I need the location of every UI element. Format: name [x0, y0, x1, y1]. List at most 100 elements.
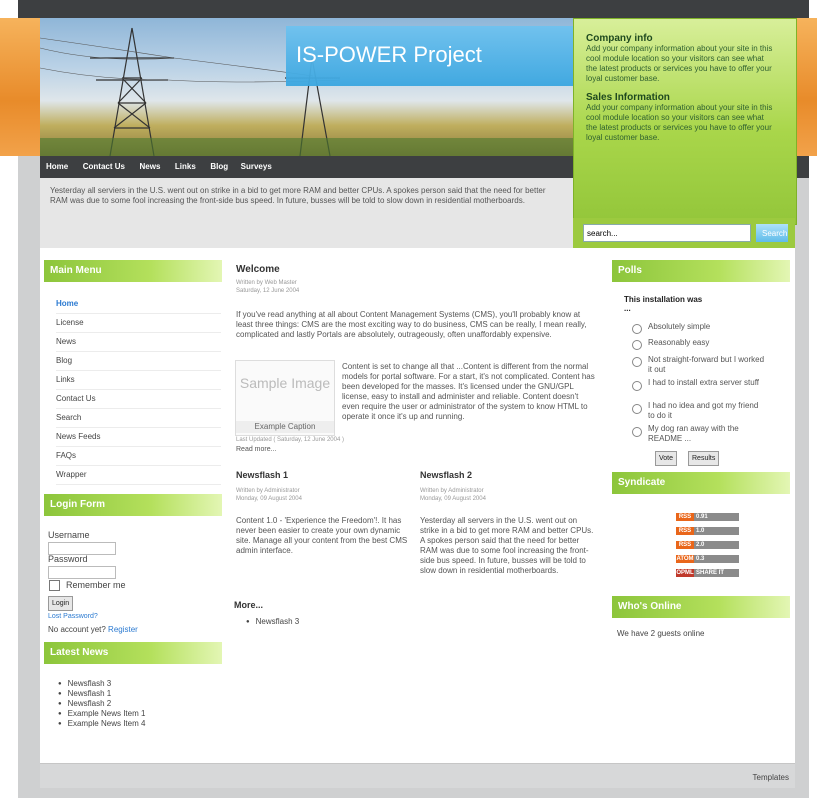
menu-item-blog[interactable]: Blog	[56, 351, 221, 371]
register-link[interactable]: Register	[108, 625, 138, 634]
newsflash-1-date: Monday, 09 August 2004	[236, 496, 302, 502]
password-field[interactable]	[48, 566, 116, 579]
main-menu-header: Main Menu	[44, 260, 222, 282]
newsflash-2-author: Written by Administrator	[420, 488, 484, 494]
nav-news[interactable]: News	[140, 156, 161, 178]
whos-online-header: Who's Online	[612, 596, 790, 618]
welcome-title: Welcome	[236, 264, 280, 275]
results-button[interactable]: Results	[688, 451, 720, 466]
feed-version: SHARE IT	[694, 569, 739, 577]
vote-button[interactable]: Vote	[655, 451, 678, 466]
opml-badge[interactable]: OPML SHARE IT	[676, 569, 739, 577]
syndicate-header: Syndicate	[612, 472, 790, 494]
menu-item-contact-us[interactable]: Contact Us	[56, 389, 221, 409]
welcome-last-updated: Last Updated ( Saturday, 12 June 2004 )	[236, 437, 344, 443]
rss-091-badge[interactable]: RSS 0.91	[676, 513, 739, 521]
no-account-label: No account yet?	[48, 625, 106, 634]
login-button[interactable]: Login	[48, 596, 74, 611]
intro-text: Yesterday all serviers in the U.S. went …	[50, 186, 546, 205]
rss-20-badge[interactable]: RSS 2.0	[676, 541, 739, 549]
menu-item-license[interactable]: License	[56, 313, 221, 333]
search-button[interactable]: Search	[756, 224, 788, 242]
poll-option-label: Not straight-forward but I worked it out	[648, 355, 765, 374]
menu-item-news[interactable]: News	[56, 332, 221, 352]
remember-me-label: Remember me	[66, 580, 126, 590]
feed-version: 1.0	[694, 527, 739, 535]
remember-me-checkbox[interactable]	[49, 580, 60, 591]
login-form-header: Login Form	[44, 494, 222, 516]
site-title: IS-POWER Project	[296, 42, 482, 67]
poll-option-radio[interactable]	[632, 340, 642, 350]
latest-news-item[interactable]: Example News Item 4	[58, 719, 146, 728]
sample-image-caption: Example Caption	[236, 421, 334, 433]
footer: Templates	[40, 763, 795, 788]
newsflash-2-text: Yesterday all servers in the U.S. went o…	[420, 516, 594, 575]
latest-news-item[interactable]: Newsflash 2	[58, 699, 112, 708]
poll-option-radio[interactable]	[632, 324, 642, 334]
intro-banner: Yesterday all serviers in the U.S. went …	[40, 178, 573, 248]
atom-03-badge[interactable]: ATOM 0.3	[676, 555, 739, 563]
poll-option-label: Absolutely simple	[648, 322, 711, 331]
whos-online-text: We have 2 guests online	[617, 629, 705, 638]
latest-news-item[interactable]: Example News Item 1	[58, 709, 146, 718]
poll-option-label: Reasonably easy	[648, 338, 710, 347]
nav-right-filler	[795, 156, 809, 178]
feed-version: 0.3	[694, 555, 739, 563]
lost-password-link[interactable]: Lost Password?	[48, 613, 98, 620]
poll-option-label: My dog ran away with the README ...	[648, 424, 739, 443]
header-left-accent	[0, 18, 40, 156]
company-info-text: Add your company information about your …	[586, 44, 773, 83]
menu-item-faqs[interactable]: FAQs	[56, 446, 221, 466]
nav-surveys[interactable]: Surveys	[241, 156, 272, 178]
latest-news-header: Latest News	[44, 642, 222, 664]
company-info-title: Company info	[586, 33, 653, 44]
menu-item-news-feeds[interactable]: News Feeds	[56, 427, 221, 447]
company-info-panel: Company info Add your company informatio…	[573, 18, 797, 225]
welcome-author: Written by Web Master	[236, 280, 297, 286]
latest-news-item[interactable]: Newsflash 3	[58, 679, 112, 688]
menu-item-home[interactable]: Home	[56, 294, 221, 314]
poll-option-radio[interactable]	[632, 404, 642, 414]
poll-option-radio[interactable]	[632, 427, 642, 437]
nav-home[interactable]: Home	[46, 156, 68, 178]
sample-image: Sample Image Example Caption	[235, 360, 335, 436]
rss-10-badge[interactable]: RSS 1.0	[676, 527, 739, 535]
nav-links[interactable]: Links	[175, 156, 196, 178]
poll-option-radio[interactable]	[632, 357, 642, 367]
polls-header: Polls	[612, 260, 790, 282]
footer-templates-link[interactable]: Templates	[753, 773, 789, 782]
main-navigation: Home Contact Us News Links Blog Surveys	[40, 156, 573, 178]
top-bar	[18, 0, 809, 18]
menu-item-wrapper[interactable]: Wrapper	[56, 465, 221, 485]
newsflash-1-author: Written by Administrator	[236, 488, 300, 494]
search-input[interactable]	[583, 224, 751, 242]
no-account-text: No account yet? Register	[48, 625, 138, 634]
header-right-accent	[795, 18, 817, 156]
welcome-date: Saturday, 12 June 2004	[236, 288, 300, 294]
newsflash-1-text: Content 1.0 - 'Experience the Freedom'!.…	[236, 516, 408, 555]
newsflash-2-title: Newsflash 2	[420, 470, 473, 480]
newsflash-2-date: Monday, 09 August 2004	[420, 496, 486, 502]
sales-info-text: Add your company information about your …	[586, 103, 773, 142]
more-heading: More...	[234, 600, 264, 610]
more-item-link[interactable]: Newsflash 3	[246, 617, 300, 626]
poll-question: This installation was ...	[624, 295, 703, 313]
feed-type: ATOM	[676, 555, 694, 563]
sales-info-title: Sales Information	[586, 92, 670, 103]
menu-item-links[interactable]: Links	[56, 370, 221, 390]
feed-version: 2.0	[694, 541, 739, 549]
nav-blog[interactable]: Blog	[210, 156, 228, 178]
password-label: Password	[48, 554, 88, 564]
sample-image-text: Sample Image	[239, 375, 331, 391]
menu-item-search[interactable]: Search	[56, 408, 221, 428]
feed-type: RSS	[676, 541, 694, 549]
nav-contact-us[interactable]: Contact Us	[83, 156, 125, 178]
username-label: Username	[48, 530, 90, 540]
latest-news-item[interactable]: Newsflash 1	[58, 689, 112, 698]
read-more-link[interactable]: Read more...	[236, 445, 276, 455]
feed-type: RSS	[676, 513, 694, 521]
poll-option-label: I had to install extra server stuff	[648, 378, 760, 387]
feed-type: RSS	[676, 527, 694, 535]
welcome-paragraph-1: If you've read anything at all about Con…	[236, 310, 587, 339]
poll-option-radio[interactable]	[632, 381, 642, 391]
